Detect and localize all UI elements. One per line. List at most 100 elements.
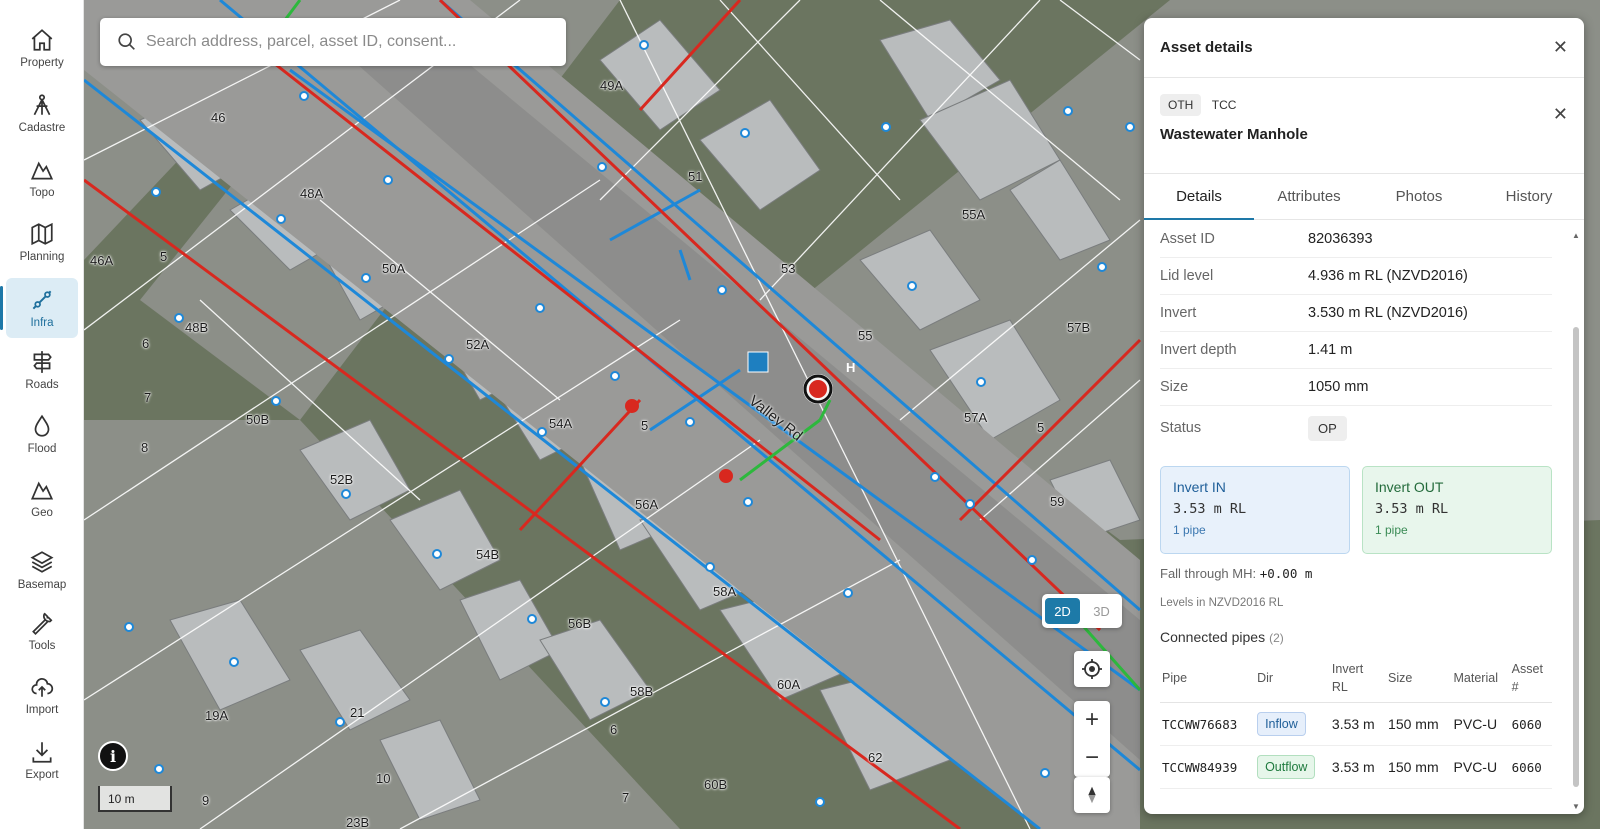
detail-row: Invert depth 1.41 m [1160, 332, 1552, 369]
asset-owner-label: TCC [1211, 98, 1237, 112]
col-size: Size [1386, 655, 1452, 703]
zoom-controls: + − [1074, 701, 1110, 777]
nav-export[interactable]: Export [6, 730, 78, 790]
lot-label: 5 [1037, 420, 1045, 435]
nav-label: Topo [29, 187, 55, 199]
col-invert-line1: Invert [1331, 662, 1364, 676]
col-asset-line2: # [1511, 679, 1519, 694]
locate-button[interactable] [1074, 651, 1110, 687]
zoom-out-button[interactable]: − [1074, 739, 1110, 777]
lot-label: 46A [90, 253, 114, 268]
invert-in-value: 3.53 m RL [1173, 501, 1247, 517]
tab-photos[interactable]: Photos [1364, 174, 1474, 219]
detail-tabs: Details Attributes Photos History [1144, 174, 1584, 220]
detail-key: Invert depth [1160, 342, 1237, 358]
nav-basemap[interactable]: Basemap [6, 540, 78, 600]
nav-property[interactable]: Property [6, 18, 78, 78]
toggle-3d-button[interactable]: 3D [1084, 598, 1119, 624]
panel-header: Asset details ✕ [1144, 18, 1584, 78]
scroll-up-icon[interactable]: ▲ [1572, 231, 1580, 240]
asset-name: Wastewater Manhole [1160, 126, 1308, 143]
invert-out-value: 3.53 m RL [1375, 501, 1449, 517]
signpost-icon [33, 351, 52, 373]
nav-label: Basemap [17, 579, 67, 591]
toggle-2d-button[interactable]: 2D [1045, 598, 1080, 624]
nav-planning[interactable]: Planning [6, 212, 78, 272]
asset-class-chip: OTH [1160, 94, 1202, 116]
pipe-dir-cell: Outflow [1255, 745, 1330, 789]
invert-in-title: Invert IN [1173, 479, 1226, 495]
lot-label: 7 [144, 390, 152, 405]
panel-scrollbar[interactable]: ▲ ▼ [1572, 231, 1580, 811]
tab-details[interactable]: Details [1144, 174, 1254, 220]
nav-geo[interactable]: Geo [6, 468, 78, 528]
nav-tools[interactable]: Tools [6, 601, 78, 661]
nav-import[interactable]: Import [6, 665, 78, 725]
nav-topo[interactable]: Topo [6, 148, 78, 208]
lot-label: 57A [964, 410, 988, 425]
mountain-icon [30, 161, 54, 180]
lot-label: 10 [376, 771, 391, 786]
pipe-material: PVC-U [1451, 745, 1510, 789]
table-row[interactable]: TCCWW76683 Inflow 3.53 m 150 mm PVC-U 60… [1160, 702, 1552, 746]
lot-label: 56B [568, 616, 592, 631]
info-button[interactable]: i [98, 741, 128, 771]
pipe-id: TCCWW84939 [1160, 745, 1256, 789]
detail-value: 1050 mm [1308, 379, 1369, 395]
map-icon [31, 222, 53, 246]
scroll-thumb[interactable] [1573, 327, 1579, 787]
lot-label: 48B [185, 320, 209, 335]
nav-infra[interactable]: Infra [0, 278, 78, 338]
detail-row: Size 1050 mm [1160, 369, 1552, 406]
table-row[interactable]: TCCWW84939 Outflow 3.53 m 150 mm PVC-U 6… [1160, 745, 1552, 789]
zoom-in-button[interactable]: + [1074, 701, 1110, 739]
detail-value: 4.936 m RL (NZVD2016) [1308, 268, 1468, 284]
detail-key: Status [1160, 420, 1202, 436]
detail-key: Size [1160, 379, 1189, 395]
search-icon [118, 33, 135, 50]
lot-label: 52A [466, 337, 490, 352]
asset-details-panel: Asset details ✕ OTH TCC Wastewater Manho… [1144, 18, 1584, 814]
lot-label: 54B [476, 547, 500, 562]
nav-cadastre[interactable]: Cadastre [6, 83, 78, 143]
nav-roads[interactable]: Roads [6, 340, 78, 400]
pipe-size: 150 mm [1386, 745, 1452, 789]
left-nav: Property Cadastre Topo Planning Infra Ro… [0, 0, 84, 829]
invert-summary: Invert IN 3.53 m RL 1 pipe Invert OUT 3.… [1160, 466, 1552, 554]
lot-label: 21 [350, 705, 365, 720]
connected-pipes-table: Pipe Dir Invert RL Size Material Asset # T… [1160, 655, 1552, 789]
nav-flood[interactable]: Flood [6, 404, 78, 464]
lot-label: 52B [330, 472, 354, 487]
clear-selection-button[interactable]: ✕ [1553, 104, 1568, 125]
lot-label: 5 [160, 249, 168, 264]
lot-label: 19A [205, 708, 229, 723]
lot-label: 62 [868, 750, 883, 765]
nav-label: Infra [30, 317, 54, 329]
search-bar [100, 18, 566, 66]
search-input[interactable] [146, 33, 546, 51]
nav-label: Cadastre [18, 122, 66, 134]
pipe-invert: 3.53 m [1329, 745, 1387, 789]
lot-label: 58B [630, 684, 654, 699]
lot-label: 50B [246, 412, 270, 427]
compass-button[interactable] [1074, 777, 1110, 813]
lot-label: 49A [600, 78, 624, 93]
pipe-id: TCCWW76683 [1160, 702, 1256, 746]
fall-label: Fall through MH: [1160, 566, 1257, 581]
outflow-badge: Outflow [1257, 755, 1316, 779]
pipe-network-icon [32, 290, 52, 310]
scale-bar: 10 m [98, 786, 172, 812]
tab-history[interactable]: History [1474, 174, 1584, 219]
details-content[interactable]: Asset ID 82036393 Lid level 4.936 m RL (NZ… [1144, 221, 1568, 814]
fall-through: Fall through MH: +0.00 m [1160, 566, 1552, 581]
detail-row: Lid level 4.936 m RL (NZVD2016) [1160, 258, 1552, 295]
close-panel-button[interactable]: ✕ [1553, 37, 1568, 58]
detail-key: Invert [1160, 305, 1197, 321]
tab-attributes[interactable]: Attributes [1254, 174, 1364, 219]
col-pipe: Pipe [1160, 655, 1256, 703]
col-dir: Dir [1255, 655, 1330, 703]
close-icon: ✕ [1552, 104, 1568, 124]
lot-label: 57B [1067, 320, 1091, 335]
scroll-down-icon[interactable]: ▼ [1572, 802, 1580, 811]
lot-label: 6 [610, 722, 618, 737]
